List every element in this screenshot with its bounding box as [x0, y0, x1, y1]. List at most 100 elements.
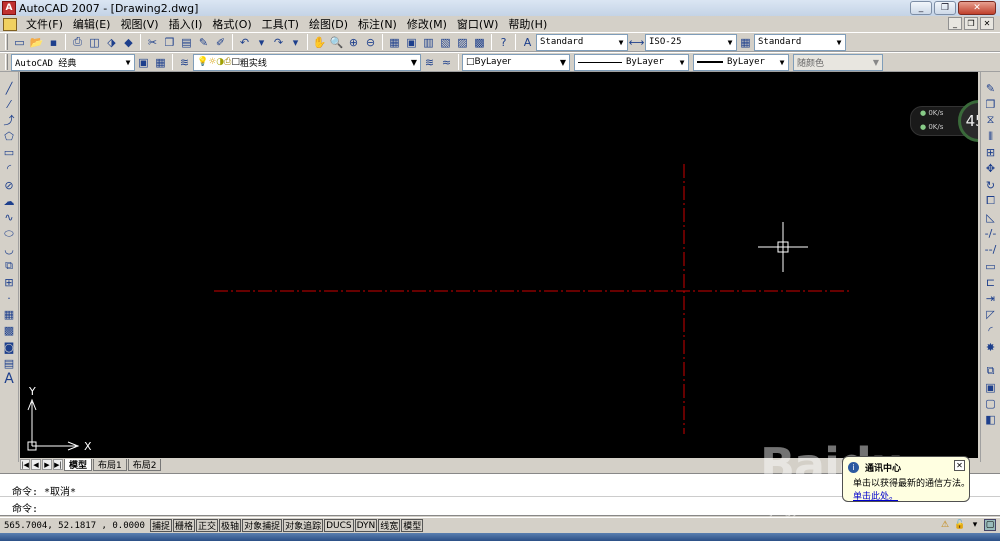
zoom-realtime-icon[interactable]: 🔍 — [328, 34, 345, 51]
communication-center-icon[interactable]: ⚠ — [939, 519, 951, 531]
spline-icon[interactable]: ∿ — [1, 210, 17, 226]
last-tab-icon[interactable]: ▶| — [53, 459, 63, 470]
redo-icon[interactable]: ↷ — [270, 34, 287, 51]
bring-to-front-icon[interactable]: ▣ — [983, 379, 999, 395]
polar-toggle[interactable]: 极轴 — [219, 519, 242, 532]
close-button[interactable]: ✕ — [958, 1, 996, 15]
tab-model[interactable]: 模型 — [64, 458, 93, 471]
arc-icon[interactable]: ◜ — [1, 161, 17, 177]
array-icon[interactable]: ⊞ — [983, 145, 999, 161]
toolbar-grip[interactable] — [5, 54, 8, 70]
menu-view[interactable]: 视图(V) — [115, 16, 163, 32]
lineweight-toggle[interactable]: 线宽 — [378, 519, 401, 532]
color-select[interactable]: □ ByLayer ▼ — [462, 53, 570, 71]
layer-manager-icon[interactable]: ≋ — [176, 54, 193, 71]
undo-dropdown-icon[interactable]: ▾ — [253, 34, 270, 51]
table-icon[interactable]: ▤ — [1, 355, 17, 371]
doc-minimize-button[interactable]: _ — [948, 17, 962, 30]
drawing-canvas[interactable]: Y X ● 0K/s ● 0K/s 45% — [20, 72, 978, 458]
tab-layout1[interactable]: 布局1 — [93, 458, 127, 471]
dyn-toggle[interactable]: DYN — [354, 519, 378, 532]
doc-close-button[interactable]: ✕ — [980, 17, 994, 30]
lineweight-select[interactable]: ByLayer ▼ — [693, 53, 789, 71]
scale-icon[interactable]: ⧠ — [983, 193, 999, 209]
menu-dimension[interactable]: 标注(N) — [353, 16, 402, 32]
paste-icon[interactable]: ▤ — [178, 34, 195, 51]
balloon-close-button[interactable]: ✕ — [954, 460, 965, 471]
menu-window[interactable]: 窗口(W) — [452, 16, 503, 32]
rotate-icon[interactable]: ↻ — [983, 177, 999, 193]
menu-edit[interactable]: 编辑(E) — [68, 16, 116, 32]
chamfer-icon[interactable]: ◸ — [983, 307, 999, 323]
gradient-icon[interactable]: ▩ — [1, 323, 17, 339]
balloon-link[interactable]: 单击此处。 — [853, 489, 898, 502]
hatch-icon[interactable]: ▦ — [1, 307, 17, 323]
multiline-text-icon[interactable]: A — [1, 371, 17, 387]
osnap-toggle[interactable]: 对象捕捉 — [242, 519, 283, 532]
zoom-previous-icon[interactable]: ⊖ — [362, 34, 379, 51]
restore-button[interactable]: ❐ — [934, 1, 956, 15]
first-tab-icon[interactable]: |◀ — [20, 459, 30, 470]
communication-center-balloon[interactable]: i 通讯中心 ✕ 单击以获得最新的通信方法。 单击此处。 — [842, 456, 970, 502]
polyline-icon[interactable]: ⤴ — [1, 112, 17, 128]
workspace-settings-icon[interactable]: ▣ — [135, 54, 152, 71]
command-prompt[interactable]: 命令: — [12, 500, 38, 515]
properties-icon[interactable]: ▦ — [386, 34, 403, 51]
move-icon[interactable]: ✥ — [983, 161, 999, 177]
bring-above-icon[interactable]: ◧ — [983, 412, 999, 428]
undo-icon[interactable]: ↶ — [236, 34, 253, 51]
break-at-point-icon[interactable]: ▭ — [983, 258, 999, 274]
make-block-icon[interactable]: ⊞ — [1, 274, 17, 290]
document-icon[interactable] — [3, 17, 17, 31]
point-icon[interactable]: · — [1, 290, 17, 306]
snap-toggle[interactable]: 捕捉 — [150, 519, 173, 532]
copy-object-icon[interactable]: ❐ — [983, 96, 999, 112]
design-center-icon[interactable]: ▣ — [403, 34, 420, 51]
cut-icon[interactable]: ✂ — [144, 34, 161, 51]
trim-icon[interactable]: -/- — [983, 226, 999, 242]
table-style-select[interactable]: Standard ▼ — [754, 33, 846, 51]
region-icon[interactable]: ◙ — [1, 339, 17, 355]
clean-screen-icon[interactable]: ▢ — [984, 519, 996, 531]
zoom-window-icon[interactable]: ⊕ — [345, 34, 362, 51]
mirror-icon[interactable]: ⧖ — [983, 112, 999, 128]
otrack-toggle[interactable]: 对象追踪 — [283, 519, 324, 532]
save-icon[interactable]: ▪ — [45, 34, 62, 51]
extend-icon[interactable]: --/ — [983, 242, 999, 258]
ellipse-arc-icon[interactable]: ◡ — [1, 242, 17, 258]
tray-menu-icon[interactable]: ▾ — [969, 519, 981, 531]
print-icon[interactable]: ⎙ — [69, 34, 86, 51]
workspace-select[interactable]: AutoCAD 经典 ▼ — [11, 53, 135, 71]
network-speed-widget[interactable]: ● 0K/s ● 0K/s 45% — [910, 100, 978, 144]
help-icon[interactable]: ? — [495, 34, 512, 51]
pan-icon[interactable]: ✋ — [311, 34, 328, 51]
menu-file[interactable]: 文件(F) — [21, 16, 68, 32]
toolbar-grip[interactable] — [5, 34, 8, 50]
send-to-back-icon[interactable]: ▢ — [983, 396, 999, 412]
fillet-icon[interactable]: ◜ — [983, 323, 999, 339]
stretch-icon[interactable]: ◺ — [983, 210, 999, 226]
offset-icon[interactable]: ⫴ — [983, 129, 999, 145]
model-toggle[interactable]: 模型 — [401, 519, 424, 532]
ducs-toggle[interactable]: DUCS — [324, 519, 354, 532]
ellipse-icon[interactable]: ⬭ — [1, 226, 17, 242]
prev-tab-icon[interactable]: ◀ — [31, 459, 41, 470]
layer-select[interactable]: 💡 ☼ ◑ ⎙ □ 粗实线 ▼ — [193, 53, 421, 71]
grid-toggle[interactable]: 栅格 — [173, 519, 196, 532]
dim-style-select[interactable]: ISO-25 ▼ — [645, 33, 737, 51]
block-editor-icon[interactable]: ✐ — [212, 34, 229, 51]
menu-tools[interactable]: 工具(T) — [257, 16, 304, 32]
layer-previous-icon[interactable]: ≈ — [438, 54, 455, 71]
markup-icon[interactable]: ▨ — [454, 34, 471, 51]
menu-draw[interactable]: 绘图(D) — [304, 16, 353, 32]
rectangle-icon[interactable]: ▭ — [1, 145, 17, 161]
erase-icon[interactable]: ✎ — [983, 80, 999, 96]
publish-icon[interactable]: ⬗ — [103, 34, 120, 51]
new-icon[interactable]: ▭ — [11, 34, 28, 51]
insert-block-icon[interactable]: ⧉ — [1, 258, 17, 274]
make-object-layer-current-icon[interactable]: ≋ — [421, 54, 438, 71]
tool-palettes-icon[interactable]: ▥ — [420, 34, 437, 51]
minimize-button[interactable]: _ — [910, 1, 932, 15]
redo-dropdown-icon[interactable]: ▾ — [287, 34, 304, 51]
draw-order-icon[interactable]: ⧉ — [983, 363, 999, 379]
